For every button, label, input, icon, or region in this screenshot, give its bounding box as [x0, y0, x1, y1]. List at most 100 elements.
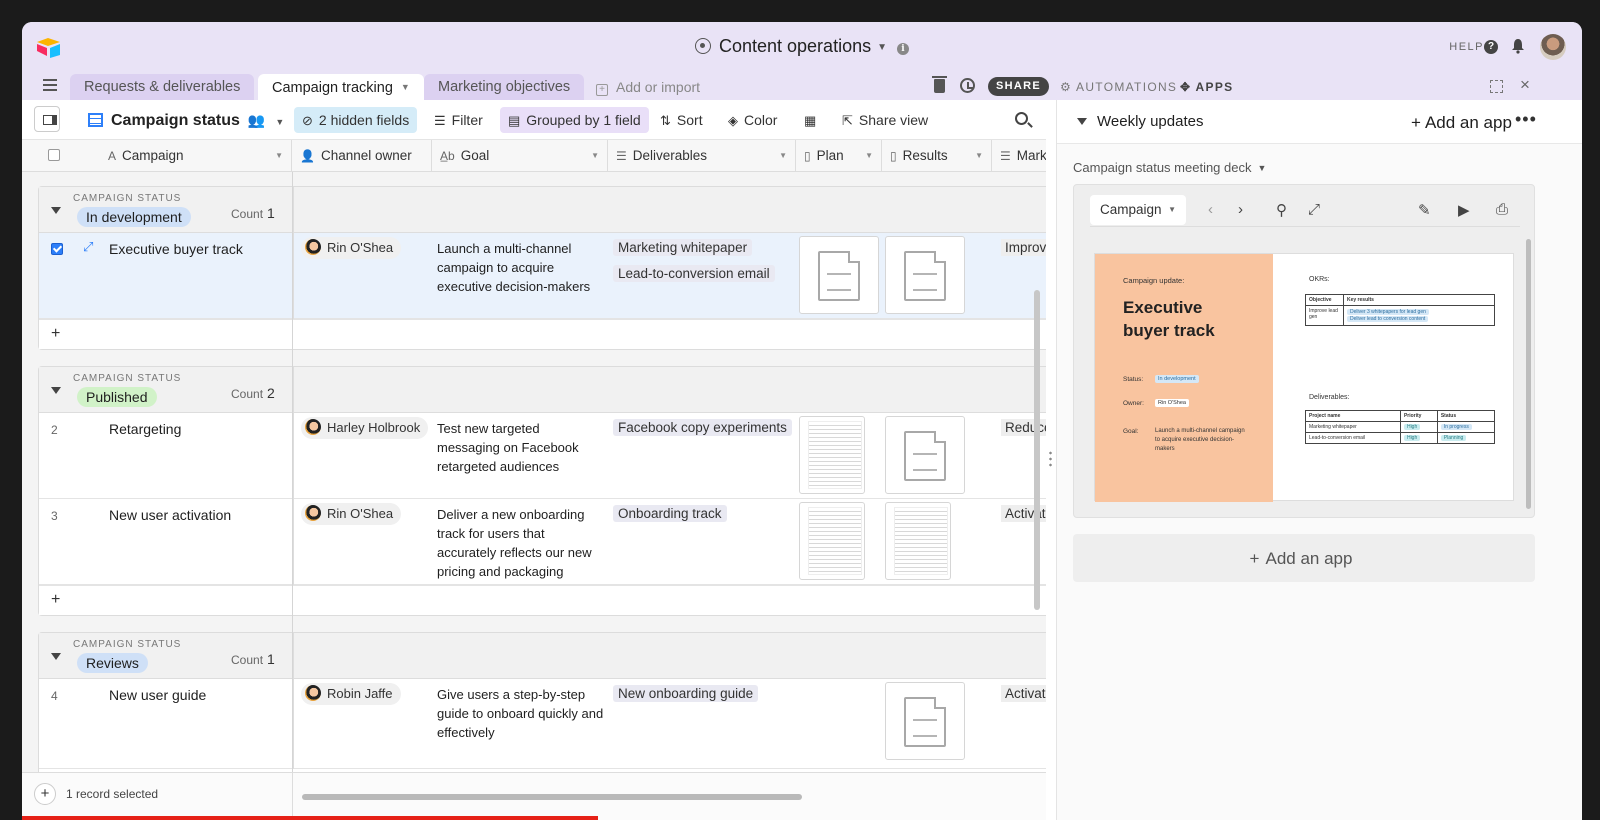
chevron-down-icon[interactable]: ▼: [877, 42, 887, 53]
chevron-down-icon[interactable]: ▼: [401, 82, 410, 92]
help-icon[interactable]: ?: [1484, 40, 1498, 54]
tab-campaign-tracking[interactable]: Campaign tracking ▼: [258, 74, 424, 100]
search-icon[interactable]: ⚲: [1276, 201, 1287, 219]
group-header[interactable]: CAMPAIGN STATUS Published Count 2: [39, 367, 1046, 413]
close-icon[interactable]: ×: [1520, 75, 1530, 95]
print-icon[interactable]: ⎙: [1496, 201, 1508, 218]
column-header-plan[interactable]: ▯ Plan ▼: [796, 140, 882, 172]
column-header-channel-owner[interactable]: 👤 Channel owner: [292, 140, 432, 172]
results-attachment[interactable]: [885, 682, 965, 760]
sidebar-toggle-icon[interactable]: [34, 106, 60, 132]
table-row[interactable]: ⤢ Executive buyer track Rin O'Shea Launc…: [39, 233, 1046, 319]
dashboard-title[interactable]: Weekly updates: [1097, 113, 1203, 130]
pencil-icon[interactable]: ✎: [1418, 201, 1431, 219]
search-icon[interactable]: [1015, 112, 1028, 125]
chevron-down-icon[interactable]: ▼: [779, 140, 787, 172]
automations-button[interactable]: ⚙ AUTOMATIONS: [1060, 74, 1177, 100]
more-icon[interactable]: •••: [1515, 109, 1537, 130]
horizontal-scrollbar[interactable]: [302, 794, 802, 800]
collapse-triangle-icon[interactable]: [51, 207, 61, 214]
history-icon[interactable]: [960, 78, 975, 93]
add-or-import-button[interactable]: + Add or import: [596, 74, 700, 100]
table-row[interactable]: 4 New user guide Robin Jaffe Give users …: [39, 679, 1046, 769]
record-select[interactable]: Campaign ▼: [1090, 195, 1186, 225]
mark-chip[interactable]: Improve: [1001, 239, 1046, 256]
deliverable-chip[interactable]: Marketing whitepaper: [613, 239, 753, 256]
collapse-triangle-icon[interactable]: [51, 653, 61, 660]
deck-scrollbar[interactable]: [1526, 239, 1531, 509]
add-record-button[interactable]: +: [34, 783, 56, 805]
menu-icon[interactable]: [43, 79, 57, 91]
row-height-button[interactable]: ▦: [796, 107, 830, 133]
deliverable-chip[interactable]: Lead-to-conversion email: [613, 265, 775, 282]
results-attachment[interactable]: [885, 502, 951, 580]
expand-icon[interactable]: ⤢: [1308, 201, 1320, 218]
owner-chip[interactable]: Rin O'Shea: [301, 237, 402, 259]
bell-icon[interactable]: [1510, 38, 1526, 54]
vertical-scrollbar[interactable]: [1034, 290, 1040, 610]
info-icon[interactable]: i: [897, 43, 909, 55]
campaign-name[interactable]: New user activation: [109, 507, 231, 523]
chevron-down-icon[interactable]: ▼: [865, 140, 873, 172]
chevron-down-icon[interactable]: ▼: [975, 140, 983, 172]
goal-text[interactable]: Launch a multi-channel campaign to acqui…: [437, 239, 605, 296]
column-header-deliverables[interactable]: ☰ Deliverables ▼: [608, 140, 796, 172]
hidden-fields-button[interactable]: ⊘ 2 hidden fields: [294, 107, 418, 133]
user-avatar[interactable]: [1540, 34, 1566, 60]
deliverable-chip[interactable]: Onboarding track: [613, 505, 727, 522]
apps-button[interactable]: ✥ APPS: [1180, 74, 1233, 100]
column-header-results[interactable]: ▯ Results ▼: [882, 140, 992, 172]
column-header-campaign[interactable]: A Campaign ▼: [22, 140, 292, 172]
select-all-checkbox[interactable]: [48, 149, 60, 161]
group-header[interactable]: CAMPAIGN STATUS Reviews Count 1: [39, 633, 1046, 679]
owner-chip[interactable]: Rin O'Shea: [301, 503, 402, 525]
chevron-left-icon[interactable]: ‹: [1208, 201, 1213, 218]
tab-requests-deliverables[interactable]: Requests & deliverables: [70, 74, 255, 100]
owner-chip[interactable]: Harley Holbrook: [301, 417, 429, 439]
collapse-triangle-icon[interactable]: [51, 387, 61, 394]
chevron-right-icon[interactable]: ›: [1238, 201, 1243, 218]
goal-text[interactable]: Test new targeted messaging on Facebook …: [437, 419, 605, 476]
results-attachment[interactable]: [885, 416, 965, 494]
sort-button[interactable]: ⇅ Sort: [652, 107, 711, 133]
add-record-row[interactable]: +: [39, 585, 1046, 615]
plan-attachment[interactable]: [799, 502, 865, 580]
column-header-mark[interactable]: ☰ Mark: [992, 140, 1046, 172]
campaign-name[interactable]: Executive buyer track: [109, 241, 243, 257]
add-record-row[interactable]: +: [39, 319, 1046, 349]
campaign-name[interactable]: New user guide: [109, 687, 206, 703]
tab-marketing-objectives[interactable]: Marketing objectives: [424, 74, 585, 100]
deliverable-chip[interactable]: Facebook copy experiments: [613, 419, 792, 436]
table-row[interactable]: 3 New user activation Rin O'Shea Deliver…: [39, 499, 1046, 585]
fullscreen-icon[interactable]: [1490, 80, 1503, 93]
share-view-button[interactable]: ⇱ Share view: [834, 107, 936, 133]
group-header[interactable]: CAMPAIGN STATUS In development Count 1: [39, 187, 1046, 233]
collapse-triangle-icon[interactable]: [1077, 118, 1087, 125]
plan-attachment[interactable]: [799, 416, 865, 494]
play-icon[interactable]: ▶: [1458, 201, 1470, 219]
share-button[interactable]: SHARE: [988, 77, 1050, 96]
column-header-goal[interactable]: A̲b Goal ▼: [432, 140, 608, 172]
plan-attachment[interactable]: [799, 236, 879, 314]
mark-chip[interactable]: Activate: [1001, 685, 1046, 702]
panel-resize-handle[interactable]: [1049, 450, 1052, 468]
trash-icon[interactable]: [932, 76, 947, 93]
add-app-button[interactable]: + Add an app: [1411, 113, 1516, 133]
goal-text[interactable]: Give users a step-by-step guide to onboa…: [437, 685, 605, 742]
owner-chip[interactable]: Robin Jaffe: [301, 683, 401, 705]
row-checkbox[interactable]: [51, 243, 63, 255]
group-button[interactable]: ▤ Grouped by 1 field: [500, 107, 649, 133]
goal-text[interactable]: Deliver a new onboarding track for users…: [437, 505, 605, 581]
color-button[interactable]: ◈ Color: [720, 107, 785, 133]
add-app-placeholder[interactable]: + Add an app: [1073, 534, 1535, 582]
view-switcher[interactable]: Campaign status 👥 ▼: [80, 107, 292, 133]
base-title[interactable]: Content operations ▼ i: [22, 36, 1582, 57]
deliverable-chip[interactable]: New onboarding guide: [613, 685, 759, 702]
chevron-down-icon[interactable]: ▼: [591, 140, 599, 172]
campaign-name[interactable]: Retargeting: [109, 421, 181, 437]
filter-button[interactable]: ☰ Filter: [426, 107, 491, 133]
expand-record-icon[interactable]: ⤢: [83, 239, 93, 255]
table-row[interactable]: 2 Retargeting Harley Holbrook Test new t…: [39, 413, 1046, 499]
chevron-down-icon[interactable]: ▼: [275, 140, 283, 172]
deck-app-title[interactable]: Campaign status meeting deck ▼: [1073, 160, 1266, 175]
